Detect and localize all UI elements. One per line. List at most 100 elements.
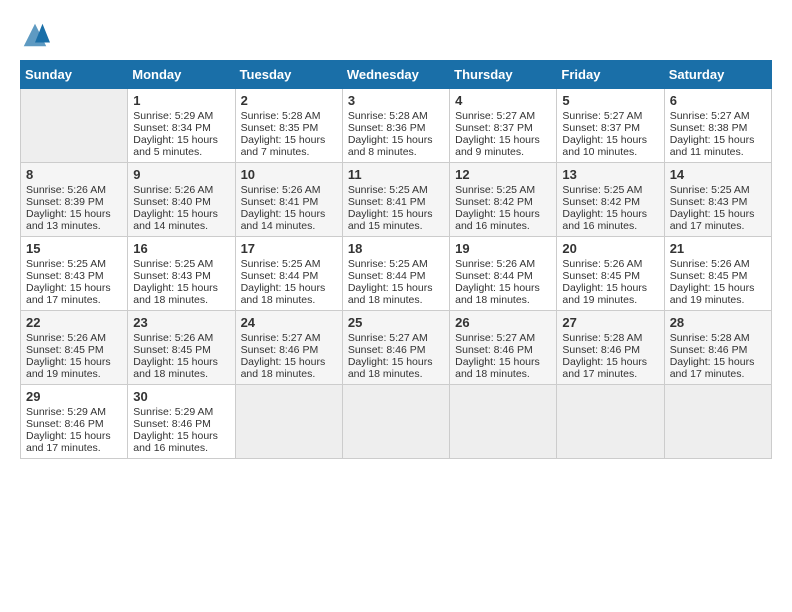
day-number: 23 <box>133 315 229 330</box>
calendar-cell: 14Sunrise: 5:25 AMSunset: 8:43 PMDayligh… <box>664 163 771 237</box>
calendar-table: SundayMondayTuesdayWednesdayThursdayFrid… <box>20 60 772 459</box>
sunrise-text: Sunrise: 5:26 AM <box>133 332 213 344</box>
calendar-cell: 5Sunrise: 5:27 AMSunset: 8:37 PMDaylight… <box>557 89 664 163</box>
calendar-cell: 21Sunrise: 5:26 AMSunset: 8:45 PMDayligh… <box>664 237 771 311</box>
sunrise-text: Sunrise: 5:25 AM <box>455 184 535 196</box>
sunset-text: Sunset: 8:44 PM <box>348 270 426 282</box>
calendar-cell <box>235 385 342 459</box>
sunrise-text: Sunrise: 5:26 AM <box>26 184 106 196</box>
daylight-text: Daylight: 15 hours and 9 minutes. <box>455 134 540 158</box>
day-number: 29 <box>26 389 122 404</box>
sunrise-text: Sunrise: 5:29 AM <box>133 110 213 122</box>
sunrise-text: Sunrise: 5:28 AM <box>348 110 428 122</box>
sunset-text: Sunset: 8:45 PM <box>26 344 104 356</box>
calendar-cell: 4Sunrise: 5:27 AMSunset: 8:37 PMDaylight… <box>450 89 557 163</box>
sunrise-text: Sunrise: 5:26 AM <box>241 184 321 196</box>
sunrise-text: Sunrise: 5:27 AM <box>348 332 428 344</box>
daylight-text: Daylight: 15 hours and 5 minutes. <box>133 134 218 158</box>
day-number: 13 <box>562 167 658 182</box>
day-number: 30 <box>133 389 229 404</box>
calendar-cell <box>342 385 449 459</box>
daylight-text: Daylight: 15 hours and 16 minutes. <box>562 208 647 232</box>
calendar-cell: 28Sunrise: 5:28 AMSunset: 8:46 PMDayligh… <box>664 311 771 385</box>
day-number: 18 <box>348 241 444 256</box>
daylight-text: Daylight: 15 hours and 15 minutes. <box>348 208 433 232</box>
calendar-week-row: 22Sunrise: 5:26 AMSunset: 8:45 PMDayligh… <box>21 311 772 385</box>
sunset-text: Sunset: 8:39 PM <box>26 196 104 208</box>
calendar-cell: 24 Sunrise: 5:27 AMSunset: 8:46 PMDayligh… <box>235 311 342 385</box>
sunset-text: Sunset: 8:37 PM <box>455 122 533 134</box>
calendar-cell <box>664 385 771 459</box>
calendar-header-monday: Monday <box>128 61 235 89</box>
daylight-text: Daylight: 15 hours and 19 minutes. <box>26 356 111 380</box>
calendar-cell: 6Sunrise: 5:27 AMSunset: 8:38 PMDaylight… <box>664 89 771 163</box>
calendar-week-row: 8Sunrise: 5:26 AMSunset: 8:39 PMDaylight… <box>21 163 772 237</box>
daylight-text: Daylight: 15 hours and 17 minutes. <box>562 356 647 380</box>
day-number: 2 <box>241 93 337 108</box>
calendar-cell: 16Sunrise: 5:25 AMSunset: 8:43 PMDayligh… <box>128 237 235 311</box>
calendar-cell: 25Sunrise: 5:27 AMSunset: 8:46 PMDayligh… <box>342 311 449 385</box>
calendar-week-row: 1Sunrise: 5:29 AMSunset: 8:34 PMDaylight… <box>21 89 772 163</box>
day-number: 6 <box>670 93 766 108</box>
daylight-text: Daylight: 15 hours and 11 minutes. <box>670 134 755 158</box>
sunrise-text: Sunrise: 5:28 AM <box>241 110 321 122</box>
header <box>20 20 772 50</box>
sunrise-text: Sunrise: 5:26 AM <box>26 332 106 344</box>
daylight-text: Daylight: 15 hours and 18 minutes. <box>348 356 433 380</box>
daylight-text: Daylight: 15 hours and 18 minutes. <box>241 356 326 380</box>
day-number: 24 <box>241 315 337 330</box>
day-number: 1 <box>133 93 229 108</box>
calendar-cell: 10Sunrise: 5:26 AMSunset: 8:41 PMDayligh… <box>235 163 342 237</box>
sunrise-text: Sunrise: 5:28 AM <box>670 332 750 344</box>
daylight-text: Daylight: 15 hours and 18 minutes. <box>455 282 540 306</box>
sunrise-text: Sunrise: 5:25 AM <box>562 184 642 196</box>
sunset-text: Sunset: 8:46 PM <box>670 344 748 356</box>
sunrise-text: Sunrise: 5:25 AM <box>133 258 213 270</box>
calendar-cell: 1 Sunrise: 5:29 AMSunset: 8:34 PMDaylight… <box>128 89 235 163</box>
daylight-text: Daylight: 15 hours and 16 minutes. <box>133 430 218 454</box>
sunset-text: Sunset: 8:43 PM <box>670 196 748 208</box>
sunset-text: Sunset: 8:46 PM <box>241 344 319 356</box>
day-number: 17 <box>241 241 337 256</box>
sunrise-text: Sunrise: 5:25 AM <box>241 258 321 270</box>
sunrise-text: Sunrise: 5:27 AM <box>670 110 750 122</box>
sunrise-text: Sunrise: 5:26 AM <box>670 258 750 270</box>
daylight-text: Daylight: 15 hours and 17 minutes. <box>26 282 111 306</box>
calendar-cell: 27Sunrise: 5:28 AMSunset: 8:46 PMDayligh… <box>557 311 664 385</box>
sunset-text: Sunset: 8:36 PM <box>348 122 426 134</box>
sunset-text: Sunset: 8:41 PM <box>241 196 319 208</box>
sunrise-text: Sunrise: 5:25 AM <box>348 258 428 270</box>
daylight-text: Daylight: 15 hours and 18 minutes. <box>455 356 540 380</box>
sunrise-text: Sunrise: 5:25 AM <box>670 184 750 196</box>
sunset-text: Sunset: 8:35 PM <box>241 122 319 134</box>
calendar-cell: 17Sunrise: 5:25 AMSunset: 8:44 PMDayligh… <box>235 237 342 311</box>
sunrise-text: Sunrise: 5:29 AM <box>133 406 213 418</box>
calendar-cell: 30Sunrise: 5:29 AMSunset: 8:46 PMDayligh… <box>128 385 235 459</box>
daylight-text: Daylight: 15 hours and 17 minutes. <box>670 208 755 232</box>
day-number: 8 <box>26 167 122 182</box>
calendar-header-thursday: Thursday <box>450 61 557 89</box>
day-number: 22 <box>26 315 122 330</box>
daylight-text: Daylight: 15 hours and 16 minutes. <box>455 208 540 232</box>
day-number: 16 <box>133 241 229 256</box>
day-number: 9 <box>133 167 229 182</box>
calendar-cell: 13Sunrise: 5:25 AMSunset: 8:42 PMDayligh… <box>557 163 664 237</box>
sunset-text: Sunset: 8:45 PM <box>562 270 640 282</box>
logo <box>20 20 54 50</box>
sunset-text: Sunset: 8:44 PM <box>241 270 319 282</box>
sunset-text: Sunset: 8:43 PM <box>133 270 211 282</box>
sunset-text: Sunset: 8:34 PM <box>133 122 211 134</box>
calendar-cell: 9Sunrise: 5:26 AMSunset: 8:40 PMDaylight… <box>128 163 235 237</box>
sunset-text: Sunset: 8:46 PM <box>562 344 640 356</box>
sunrise-text: Sunrise: 5:25 AM <box>348 184 428 196</box>
daylight-text: Daylight: 15 hours and 17 minutes. <box>670 356 755 380</box>
sunset-text: Sunset: 8:46 PM <box>26 418 104 430</box>
sunrise-text: Sunrise: 5:27 AM <box>241 332 321 344</box>
sunrise-text: Sunrise: 5:27 AM <box>562 110 642 122</box>
calendar-cell: 11Sunrise: 5:25 AMSunset: 8:41 PMDayligh… <box>342 163 449 237</box>
calendar-cell: 15Sunrise: 5:25 AMSunset: 8:43 PMDayligh… <box>21 237 128 311</box>
daylight-text: Daylight: 15 hours and 13 minutes. <box>26 208 111 232</box>
calendar-cell: 12Sunrise: 5:25 AMSunset: 8:42 PMDayligh… <box>450 163 557 237</box>
day-number: 26 <box>455 315 551 330</box>
day-number: 4 <box>455 93 551 108</box>
